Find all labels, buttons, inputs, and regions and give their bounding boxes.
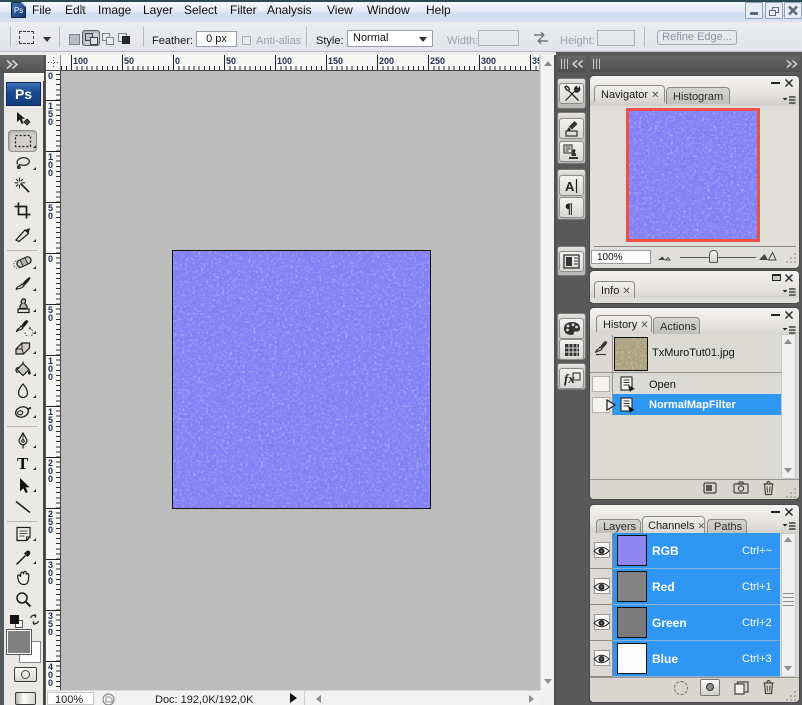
svg-text:¶: ¶	[565, 201, 573, 215]
svg-text:A: A	[565, 179, 575, 194]
svg-text:T: T	[17, 455, 29, 472]
